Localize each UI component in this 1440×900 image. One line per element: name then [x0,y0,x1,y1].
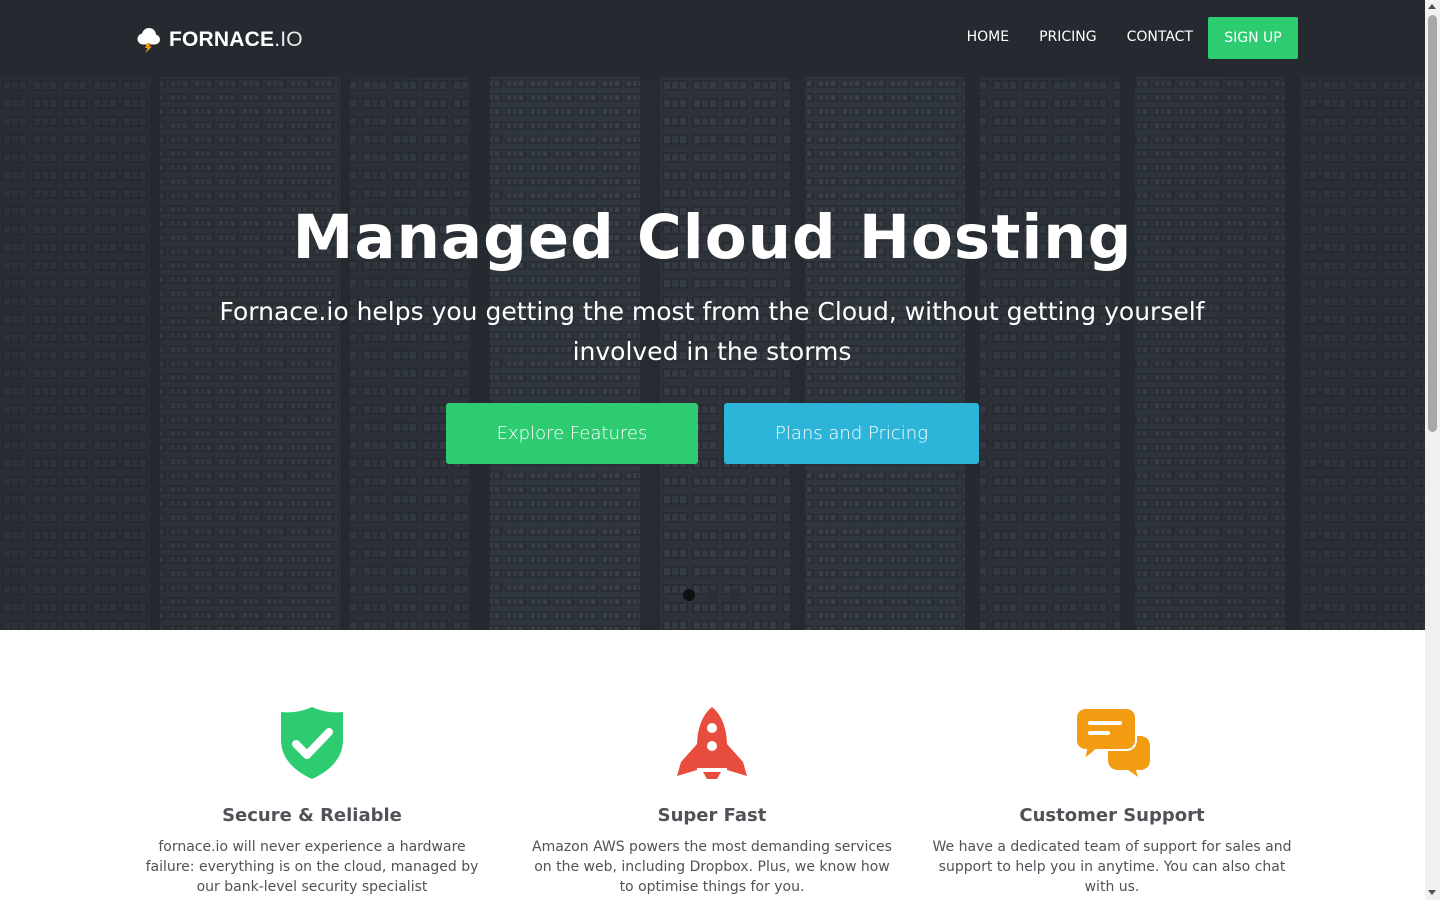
page-scrollbar[interactable] [1425,0,1440,900]
features-section: Secure & Reliable fornace.io will never … [0,630,1425,900]
scrollbar-thumb[interactable] [1428,15,1437,432]
nav-pricing-link[interactable]: PRICING [1039,29,1097,45]
feature-title: Super Fast [657,805,767,826]
scroll-up-arrow-icon[interactable] [1428,4,1436,9]
slider-dot-1[interactable] [683,589,695,601]
slider-dots [683,589,752,601]
feature-text: We have a dedicated team of support for … [932,839,1292,895]
nav-contact-link[interactable]: CONTACT [1127,29,1193,45]
shield-check-icon [281,707,343,779]
explore-features-button[interactable]: Explore Features [446,403,698,464]
feature-text: fornace.io will never experience a hardw… [145,839,479,895]
main-nav: HOME PRICING CONTACT SIGN UP [937,17,1298,59]
hero-slider: Managed Cloud Hosting Fornace.io helps y… [0,77,1425,630]
cloud-lightning-icon [137,28,160,53]
navbar: FORNACE.IO HOME PRICING CONTACT SIGN UP [0,0,1425,77]
feature-text: Amazon AWS powers the most demanding ser… [532,839,892,895]
slider-dot-3[interactable] [729,589,741,601]
slider-dot-2[interactable] [706,589,718,601]
chat-bubbles-icon [1075,707,1150,777]
feature-title: Secure & Reliable [222,805,402,826]
page: FORNACE.IO HOME PRICING CONTACT SIGN UP [0,0,1425,900]
brand-name: FORNACE.IO [169,28,303,51]
hero-title: Managed Cloud Hosting [292,202,1133,273]
hero-subtitle: Fornace.io helps you getting the most fr… [219,297,1205,366]
brand-logo[interactable]: FORNACE.IO [134,26,303,54]
nav-home-link[interactable]: HOME [967,29,1009,45]
scroll-down-arrow-icon[interactable] [1428,890,1436,895]
plans-pricing-button[interactable]: Plans and Pricing [724,403,979,464]
signup-button[interactable]: SIGN UP [1208,17,1298,59]
rocket-icon [677,707,747,779]
feature-title: Customer Support [1019,805,1205,826]
